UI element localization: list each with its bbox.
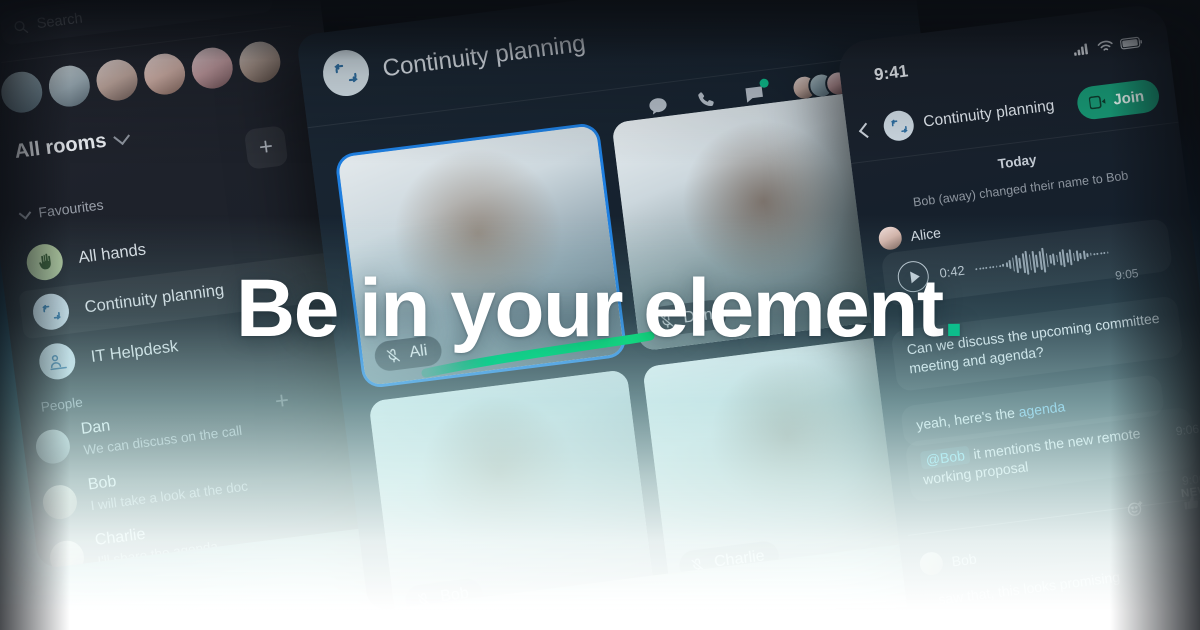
headline-text: Be in your element bbox=[236, 263, 944, 354]
status-badge bbox=[759, 77, 770, 88]
chat-bubble-text: saw that, this looks promising bbox=[937, 568, 1121, 608]
cellular-signal-icon bbox=[1074, 43, 1088, 56]
hero-headline: Be in your element. bbox=[0, 268, 1200, 350]
favourites-label: Favourites bbox=[37, 196, 105, 221]
add-reaction-icon[interactable] bbox=[1119, 494, 1152, 524]
hero-stage: Search All rooms + Favourites All hands … bbox=[0, 0, 1200, 630]
phone-room-title: Continuity planning bbox=[922, 97, 1056, 131]
all-rooms-label: All rooms bbox=[13, 129, 108, 163]
chat-bubble-text: yeah, here's the bbox=[915, 404, 1020, 433]
search-placeholder: Search bbox=[35, 10, 84, 33]
avatar bbox=[918, 550, 945, 577]
message-sender-name: Bob bbox=[950, 550, 978, 570]
join-label: Join bbox=[1112, 87, 1146, 109]
sync-arrows-icon bbox=[320, 47, 372, 99]
new-messages-label: NEW bbox=[1180, 484, 1200, 501]
search-icon bbox=[14, 20, 29, 33]
all-rooms-dropdown[interactable]: All rooms bbox=[13, 127, 131, 164]
message-sender-name: Alice bbox=[909, 223, 942, 244]
avatar-row bbox=[0, 39, 283, 116]
avatar[interactable] bbox=[94, 57, 140, 104]
avatar bbox=[877, 225, 904, 252]
sync-arrows-icon bbox=[881, 109, 916, 143]
call-room-title: Continuity planning bbox=[381, 29, 588, 83]
plus-icon: + bbox=[257, 132, 275, 162]
video-tile-name: Bob bbox=[439, 584, 470, 606]
video-tile-bob[interactable]: Bob bbox=[368, 369, 656, 612]
avatar bbox=[33, 427, 72, 466]
avatar[interactable] bbox=[141, 51, 188, 98]
avatar[interactable] bbox=[46, 63, 93, 110]
chevron-down-icon bbox=[18, 206, 32, 220]
battery-icon bbox=[1120, 36, 1143, 50]
add-room-button[interactable]: + bbox=[243, 125, 289, 170]
wifi-icon bbox=[1097, 40, 1113, 51]
phone-status-time: 9:41 bbox=[872, 61, 910, 85]
add-person-icon[interactable]: + bbox=[273, 387, 290, 416]
favourites-section-header[interactable]: Favourites bbox=[18, 196, 105, 222]
chevron-down-icon bbox=[113, 127, 131, 145]
video-camera-icon bbox=[1088, 95, 1106, 110]
avatar[interactable] bbox=[236, 39, 283, 86]
headline-period: . bbox=[942, 263, 966, 354]
phone-status-icons bbox=[1073, 36, 1143, 57]
video-tile-name: Charlie bbox=[713, 547, 766, 571]
sidebar-room-label: All hands bbox=[77, 239, 147, 267]
people-section-header: People bbox=[39, 394, 84, 415]
phone-icon[interactable] bbox=[694, 88, 719, 113]
message-sender: Bob bbox=[918, 547, 978, 577]
mic-off-icon bbox=[417, 592, 431, 606]
agenda-link[interactable]: agenda bbox=[1018, 398, 1066, 420]
avatar bbox=[47, 538, 86, 570]
search-input[interactable]: Search bbox=[0, 0, 274, 46]
avatar[interactable] bbox=[189, 45, 236, 92]
back-chevron-icon[interactable] bbox=[858, 122, 875, 138]
avatar[interactable] bbox=[0, 69, 45, 116]
avatar bbox=[40, 483, 79, 522]
mic-off-icon bbox=[691, 557, 705, 572]
